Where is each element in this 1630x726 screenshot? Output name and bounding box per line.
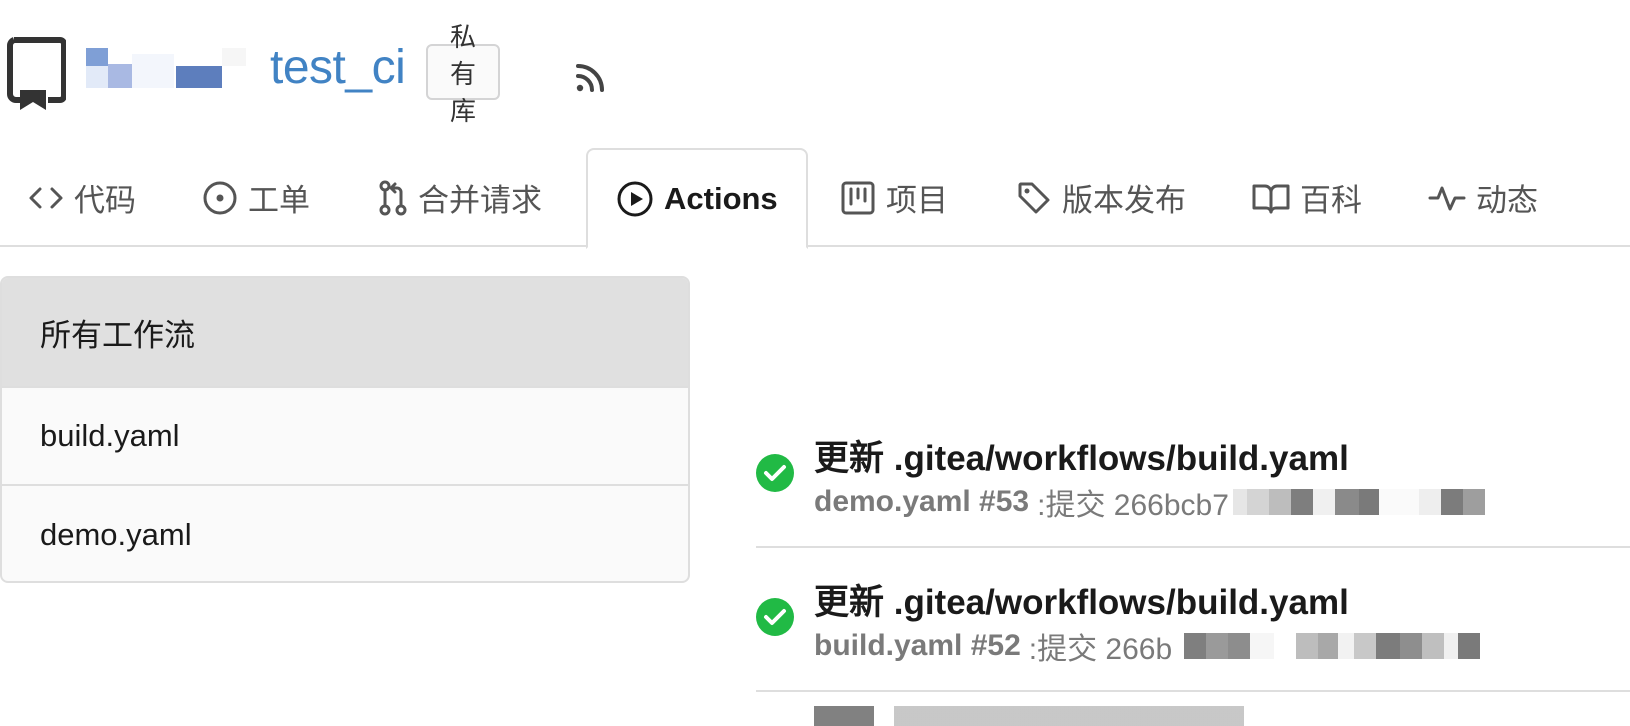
repo-actions-page: test_ci 私有库 代码 工单 合并请求 Actions 项目 版本发布 百…	[0, 0, 1630, 726]
private-badge: 私有库	[426, 22, 501, 126]
book-icon	[1252, 184, 1290, 213]
tab-releases[interactable]: 版本发布	[1016, 148, 1186, 247]
tab-code[interactable]: 代码	[28, 148, 136, 247]
run-list: 更新 .gitea/workflows/build.yaml demo.yaml…	[756, 404, 1630, 726]
workflow-all[interactable]: 所有工作流	[2, 278, 688, 388]
commit-sha-redacted	[1184, 633, 1481, 659]
workflow-item-demo[interactable]: demo.yaml	[2, 486, 688, 581]
workflow-item-build[interactable]: build.yaml	[2, 388, 688, 486]
owner-name-redacted[interactable]	[86, 48, 256, 104]
success-check-icon	[756, 454, 794, 492]
rss-feed-icon[interactable]	[572, 58, 610, 96]
tab-actions-label: Actions	[664, 180, 778, 216]
tab-projects-label: 项目	[886, 183, 948, 218]
tab-pull-requests-label: 合并请求	[418, 183, 542, 218]
tab-actions[interactable]: Actions	[586, 148, 808, 249]
run-item-partial[interactable]	[756, 692, 1630, 726]
tag-icon	[1018, 182, 1050, 213]
tab-pull-requests[interactable]: 合并请求	[378, 148, 542, 247]
project-icon	[841, 181, 875, 214]
run-meta: build.yaml #52 :提交 266b	[814, 624, 1481, 668]
tab-issues-label: 工单	[248, 183, 310, 218]
repo-tabs: 代码 工单 合并请求 Actions 项目 版本发布 百科 动态	[0, 148, 1630, 249]
play-icon	[617, 181, 653, 216]
code-icon	[29, 187, 63, 208]
run-title-link[interactable]: 更新 .gitea/workflows/build.yaml	[814, 574, 1349, 625]
run-item[interactable]: 更新 .gitea/workflows/build.yaml demo.yaml…	[756, 404, 1630, 548]
run-item[interactable]: 更新 .gitea/workflows/build.yaml build.yam…	[756, 548, 1630, 692]
run-commit-prefix: :提交 266b	[1028, 633, 1173, 666]
workflow-menu: 所有工作流 build.yaml demo.yaml	[0, 276, 690, 583]
pulse-icon	[1428, 186, 1466, 210]
run-workflow-number: build.yaml #52	[814, 629, 1021, 662]
tab-projects[interactable]: 项目	[840, 148, 948, 247]
tab-issues[interactable]: 工单	[202, 148, 310, 247]
repo-icon	[7, 37, 66, 110]
run-title-link[interactable]: 更新 .gitea/workflows/build.yaml	[814, 430, 1349, 481]
tab-wiki-label: 百科	[1300, 183, 1362, 218]
commit-sha-redacted	[1232, 489, 1485, 515]
issue-icon	[203, 181, 237, 214]
tab-activity[interactable]: 动态	[1428, 148, 1538, 247]
success-check-icon	[756, 598, 794, 636]
pull-request-icon	[379, 180, 407, 215]
tab-activity-label: 动态	[1476, 183, 1538, 218]
run-workflow-number: demo.yaml #53	[814, 485, 1030, 518]
run-meta: demo.yaml #53 :提交 266bcb7	[814, 480, 1485, 524]
repo-name-link[interactable]: test_ci	[270, 44, 406, 92]
tab-code-label: 代码	[74, 183, 136, 218]
tab-releases-label: 版本发布	[1062, 183, 1186, 218]
run-commit-prefix: :提交 266bcb7	[1037, 489, 1229, 522]
tab-wiki[interactable]: 百科	[1252, 148, 1362, 247]
